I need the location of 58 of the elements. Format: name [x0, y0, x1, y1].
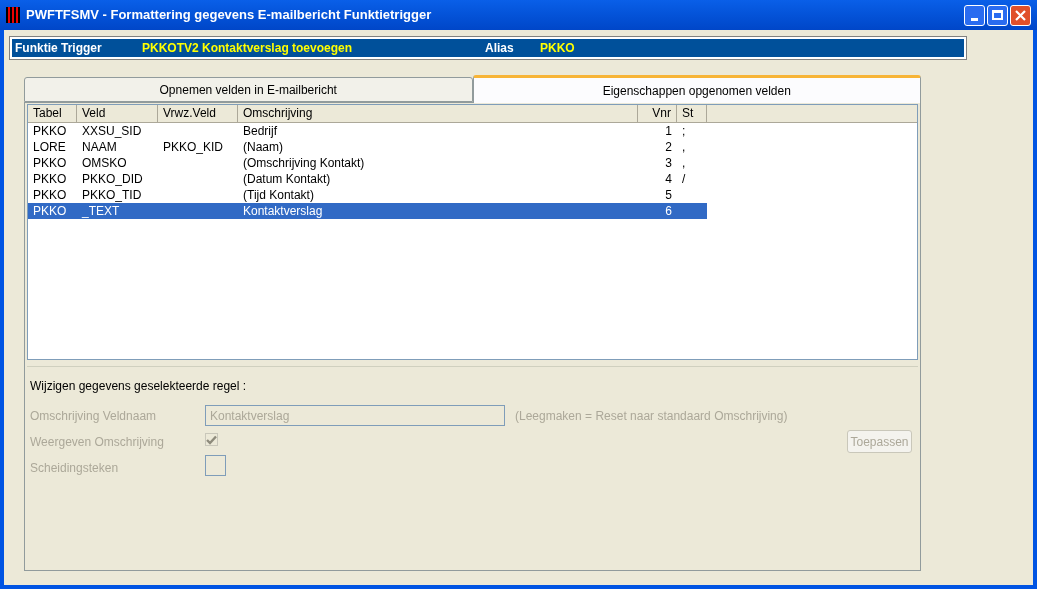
table-cell: 3 — [665, 156, 672, 170]
alias-label: Alias — [485, 40, 515, 57]
column-header[interactable]: Omschrijving — [238, 105, 638, 122]
field-label: Omschrijving Veldnaam — [30, 408, 157, 425]
alias-value: PKKO — [540, 40, 575, 57]
table-cell: Bedrijf — [243, 124, 277, 138]
table-cell: , — [682, 156, 686, 170]
minimize-button[interactable] — [964, 4, 985, 26]
table-row[interactable]: LORE NAAM PKKO_KID (Naam) 2 , — [28, 139, 707, 155]
trigger-label: Funktie Trigger — [15, 40, 103, 57]
table-cell: PKKO — [33, 204, 67, 218]
table-cell: 6 — [665, 204, 672, 218]
hint-text: (Leegmaken = Reset naar standaard Omschrijving) — [515, 408, 788, 425]
table-cell: PKKO — [33, 188, 67, 202]
column-header[interactable]: Veld — [77, 105, 158, 122]
column-header[interactable]: Vrwz.Veld — [158, 105, 238, 122]
checkbox-label: Weergeven Omschrijving — [30, 434, 164, 451]
table-cell: 1 — [665, 124, 672, 138]
tab[interactable]: Eigenschappen opgenomen velden — [472, 75, 921, 103]
table-row[interactable]: PKKO PKKO_TID (Tijd Kontakt) 5 — [28, 187, 707, 203]
table-cell: 2 — [665, 140, 672, 154]
table-cell: 5 — [665, 188, 672, 202]
table-cell: PKKO_DID — [82, 172, 143, 186]
trigger-value: PKKOTV2 Kontaktverslag toevoegen — [142, 40, 354, 57]
table-cell: OMSKO — [82, 156, 127, 170]
table-row[interactable]: PKKO PKKO_DID (Datum Kontakt) 4 / — [28, 171, 707, 187]
table-row[interactable]: PKKO _TEXT Kontaktverslag 6 — [28, 203, 707, 219]
table-cell: (Datum Kontakt) — [243, 172, 331, 186]
table-cell: LORE — [33, 140, 66, 154]
tab[interactable]: Opnemen velden in E-mailbericht — [24, 77, 473, 102]
table-row[interactable]: PKKO XXSU_SID Bedrijf 1 ; — [28, 123, 707, 139]
table-cell: / — [682, 172, 686, 186]
table-cell: PKKO — [33, 156, 67, 170]
column-header[interactable]: Tabel — [28, 105, 77, 122]
app-icon — [6, 7, 20, 23]
table-cell: PKKO — [33, 172, 67, 186]
column-header[interactable]: St — [677, 105, 707, 122]
table-cell: PKKO_KID — [163, 140, 224, 154]
section-title: Wijzigen gegevens geselekteerde regel : — [30, 378, 247, 395]
table-cell: PKKO — [33, 124, 67, 138]
table-cell: XXSU_SID — [82, 124, 142, 138]
table-cell: Kontaktverslag — [243, 204, 323, 218]
table-row[interactable]: PKKO OMSKO (Omschrijving Kontakt) 3 , — [28, 155, 707, 171]
column-header[interactable]: Vnr — [638, 105, 677, 122]
maximize-button[interactable] — [987, 4, 1008, 26]
close-button[interactable] — [1010, 4, 1031, 26]
table-cell: (Naam) — [243, 140, 283, 154]
table-cell: PKKO_TID — [82, 188, 142, 202]
table-cell: (Tijd Kontakt) — [243, 188, 314, 202]
window-title: PWFTFSMV - Formattering gegevens E-mailbericht Funktietrigger — [26, 6, 433, 25]
table-cell: _TEXT — [82, 204, 120, 218]
separator-label: Scheidingsteken — [30, 460, 119, 477]
table-cell: , — [682, 140, 686, 154]
table-cell: NAAM — [82, 140, 117, 154]
table-cell: ; — [682, 124, 686, 138]
table-cell: 4 — [665, 172, 672, 186]
close-icon — [1015, 9, 1026, 21]
table-cell: (Omschrijving Kontakt) — [243, 156, 365, 170]
